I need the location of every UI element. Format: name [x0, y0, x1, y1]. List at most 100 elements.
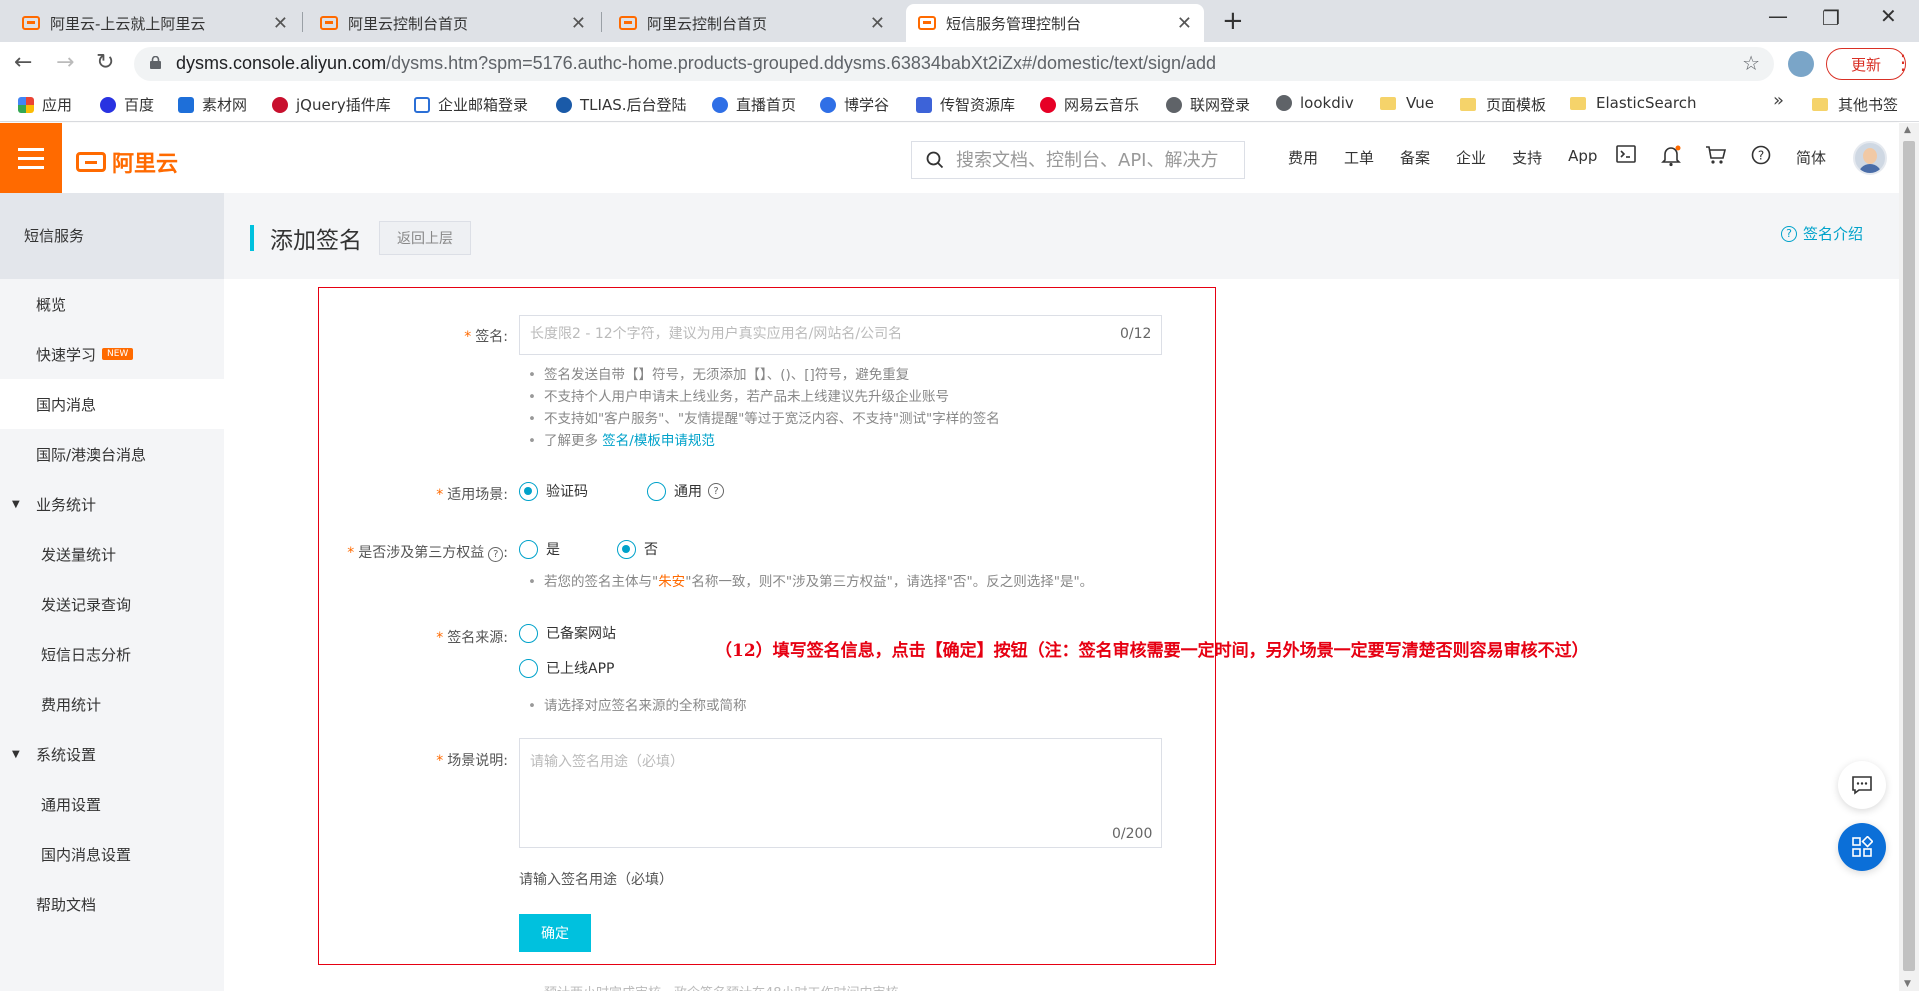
sidebar-item-overview[interactable]: 概览 — [0, 279, 224, 329]
terminal-icon[interactable] — [1615, 145, 1637, 167]
bookmark-item[interactable]: 直播首页 — [712, 94, 796, 115]
back-button[interactable]: 返回上层 — [379, 221, 471, 255]
new-tab-plus-icon[interactable]: + — [1222, 6, 1244, 36]
more-menu-icon[interactable]: ⋮ — [1893, 50, 1913, 74]
nav-link-enterprise[interactable]: 企业 — [1456, 147, 1486, 168]
bookmark-star-icon[interactable]: ☆ — [1742, 51, 1760, 75]
bookmark-item[interactable]: lookdiv — [1276, 94, 1354, 112]
sidebar-item-help-docs[interactable]: 帮助文档 — [0, 879, 224, 929]
sidebar-group-settings[interactable]: ▼ 系统设置 — [0, 729, 224, 779]
sidebar-item-quick-learn[interactable]: 快速学习 NEW — [0, 329, 224, 379]
desc-field[interactable] — [519, 738, 1162, 848]
hamburger-menu-icon[interactable] — [0, 123, 62, 193]
close-icon[interactable]: ✕ — [870, 13, 885, 34]
sidebar-item-log-analysis[interactable]: 短信日志分析 — [0, 629, 224, 679]
source-radio-app[interactable]: 已上线APP — [519, 658, 614, 678]
browser-tab[interactable]: 阿里云控制台首页 ✕ — [607, 4, 897, 42]
sign-name-field[interactable] — [519, 315, 1162, 355]
chat-float-button[interactable] — [1838, 761, 1886, 809]
tab-title: 阿里云控制台首页 — [647, 14, 768, 33]
bookmarks-overflow-icon[interactable]: » — [1773, 90, 1784, 111]
close-icon[interactable]: ✕ — [273, 13, 288, 34]
sidebar-item-fee-stats[interactable]: 费用统计 — [0, 679, 224, 729]
page-title: 添加签名 — [270, 228, 362, 254]
page-scrollbar[interactable]: ▲ ▼ — [1899, 123, 1919, 991]
third-party-tips: 若您的签名主体与"朱安"名称一致，则不"涉及第三方权益"，请选择"否"。反之则选… — [528, 571, 1093, 593]
bookmark-item[interactable]: 博学谷 — [820, 94, 889, 115]
help-circle-icon[interactable]: ? — [488, 547, 504, 562]
bookmark-label: 企业邮箱登录 — [438, 96, 529, 114]
spec-link[interactable]: 签名/模板申请规范 — [602, 433, 715, 449]
search-input[interactable] — [956, 149, 1236, 171]
radio-label: 验证码 — [546, 484, 588, 500]
sidebar-item-international[interactable]: 国际/港澳台消息 — [0, 429, 224, 479]
sidebar-item-domestic-settings[interactable]: 国内消息设置 — [0, 829, 224, 879]
cart-icon[interactable] — [1705, 145, 1727, 167]
close-icon[interactable]: ✕ — [1177, 13, 1192, 34]
confirm-button[interactable]: 确定 — [519, 914, 591, 952]
sidebar-item-label: 通用设置 — [41, 795, 102, 814]
bookmark-item[interactable]: jQuery插件库 — [272, 94, 391, 115]
third-party-radio-no[interactable]: 否 — [617, 539, 658, 559]
bookmark-folder[interactable]: ElasticSearch — [1570, 94, 1696, 112]
bookmark-label: 直播首页 — [736, 96, 797, 114]
scrollbar-thumb[interactable] — [1903, 141, 1915, 971]
url-bar[interactable]: dysms.console.aliyun.com/dysms.htm?spm=5… — [134, 47, 1774, 81]
bookmark-item[interactable]: TLIAS.后台登陆 — [556, 94, 687, 115]
maximize-icon[interactable]: ❐ — [1822, 6, 1840, 30]
scene-radio-general[interactable]: 通用? — [647, 481, 724, 501]
language-switch[interactable]: 简体 — [1796, 147, 1826, 168]
close-icon[interactable]: ✕ — [571, 13, 586, 34]
window-close-icon[interactable]: ✕ — [1880, 4, 1897, 28]
bookmark-item[interactable]: 企业邮箱登录 — [414, 94, 528, 115]
help-icon[interactable]: ? — [1750, 145, 1772, 167]
bookmark-item[interactable]: 联网登录 — [1166, 94, 1250, 115]
sidebar-item-send-records[interactable]: 发送记录查询 — [0, 579, 224, 629]
scroll-down-icon[interactable]: ▼ — [1904, 979, 1911, 989]
reload-icon[interactable]: ↻ — [96, 50, 114, 75]
sidebar-group-stats[interactable]: ▼ 业务统计 — [0, 479, 224, 529]
global-search[interactable] — [911, 141, 1245, 179]
bookmark-item[interactable]: 传智资源库 — [916, 94, 1015, 115]
sidebar-item-general-settings[interactable]: 通用设置 — [0, 779, 224, 829]
profile-avatar-icon[interactable] — [1788, 51, 1814, 77]
browser-tab[interactable]: 阿里云控制台首页 ✕ — [308, 4, 598, 42]
nav-link-support[interactable]: 支持 — [1512, 147, 1542, 168]
bookmark-item[interactable]: 素材网 — [178, 94, 247, 115]
browser-tab[interactable]: 阿里云-上云就上阿里云 ✕ — [10, 4, 300, 42]
help-circle-icon[interactable]: ? — [708, 483, 724, 499]
browser-tab-active[interactable]: 短信服务管理控制台 ✕ — [906, 4, 1204, 42]
source-radio-website[interactable]: 已备案网站 — [519, 623, 616, 643]
back-arrow-icon[interactable]: ← — [14, 50, 32, 75]
nav-link-ticket[interactable]: 工单 — [1344, 147, 1374, 168]
desc-textarea[interactable] — [530, 751, 1151, 799]
bookmark-folder[interactable]: 其他书签 — [1812, 94, 1898, 115]
radio-label: 已上线APP — [546, 661, 615, 677]
new-badge: NEW — [102, 348, 134, 360]
sidebar-item-send-stats[interactable]: 发送量统计 — [0, 529, 224, 579]
minimize-icon[interactable]: — — [1768, 4, 1788, 28]
nav-link-app[interactable]: App — [1568, 147, 1597, 168]
bookmark-label: 素材网 — [202, 96, 248, 114]
scene-radio-verify[interactable]: 验证码 — [519, 481, 588, 501]
sidebar-item-domestic[interactable]: 国内消息 — [0, 379, 224, 429]
scroll-up-icon[interactable]: ▲ — [1904, 125, 1911, 135]
forward-arrow-icon[interactable]: → — [56, 50, 74, 75]
third-party-radio-yes[interactable]: 是 — [519, 539, 560, 559]
bookmark-item[interactable]: 百度 — [100, 94, 154, 115]
radio-unchecked-icon — [647, 481, 666, 501]
nav-link-fee[interactable]: 费用 — [1288, 147, 1318, 168]
bell-icon[interactable] — [1660, 145, 1682, 167]
sign-name-input[interactable] — [530, 326, 1091, 342]
sidebar-header: 短信服务 — [0, 193, 224, 279]
user-avatar[interactable] — [1853, 141, 1887, 175]
bookmark-folder[interactable]: Vue — [1380, 94, 1434, 112]
apps-float-button[interactable] — [1838, 823, 1886, 871]
nav-link-icp[interactable]: 备案 — [1400, 147, 1430, 168]
bookmark-item[interactable]: 网易云音乐 — [1040, 94, 1139, 115]
sign-intro-link[interactable]: ? 签名介绍 — [1780, 223, 1863, 244]
bookmark-folder[interactable]: 页面模板 — [1460, 94, 1546, 115]
aliyun-logo[interactable]: 阿里云 — [76, 146, 178, 178]
sidebar-item-label: 概览 — [36, 295, 67, 314]
bookmark-item[interactable]: 应用 — [18, 94, 72, 115]
